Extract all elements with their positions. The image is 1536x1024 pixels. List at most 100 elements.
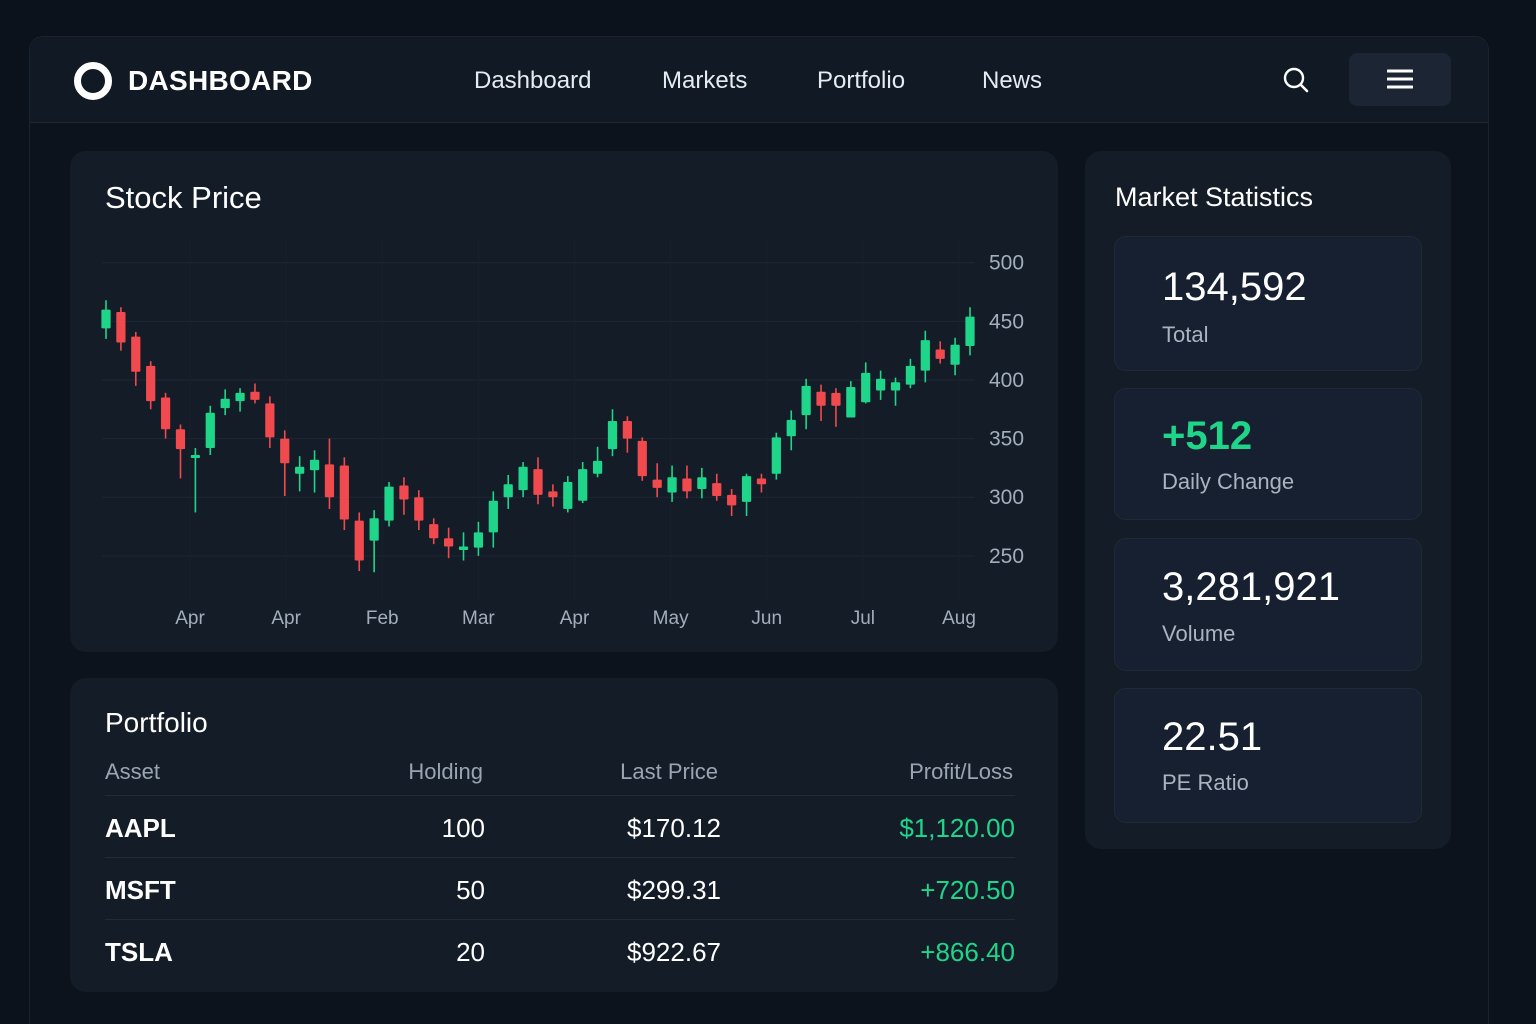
candle-body: [190, 455, 200, 458]
candle-body: [339, 465, 349, 520]
candle-body: [667, 477, 677, 493]
y-tick-label: 500: [989, 252, 1024, 275]
candle-body: [756, 478, 767, 485]
brand-title[interactable]: DASHBOARD: [128, 65, 313, 97]
candle-body: [592, 460, 603, 474]
hamburger-menu-icon: [1387, 69, 1413, 89]
profit-loss-cell: +866.40: [920, 937, 1015, 967]
candle-body: [697, 477, 707, 489]
holding-cell: 50: [456, 875, 485, 905]
candle-body: [622, 421, 632, 439]
x-tick-label: Apr: [175, 608, 205, 629]
stat-volume: 3,281,921 Volume: [1114, 538, 1422, 671]
candle-body: [816, 391, 826, 406]
candle-body: [205, 412, 215, 448]
ring-logo-icon[interactable]: [74, 62, 112, 100]
y-tick-label: 250: [989, 545, 1024, 568]
candle-body: [324, 464, 335, 498]
x-tick-label: Apr: [560, 608, 590, 629]
last-price-cell: $170.12: [627, 813, 721, 843]
candle-body: [741, 476, 752, 502]
candlestick-chart: 250 300 350 400 450 500 Apr Apr Feb Mar Apr May Jun J…: [101, 241, 1024, 629]
candle-body: [473, 532, 484, 548]
candle-body: [503, 484, 513, 498]
profit-loss-cell: +720.50: [920, 875, 1015, 905]
candle-body: [920, 340, 930, 371]
candle-body: [354, 520, 364, 561]
nav-news[interactable]: News: [982, 67, 1042, 95]
candle-body: [444, 538, 454, 547]
portfolio-card: Portfolio Asset Holding Last Price Profi…: [70, 678, 1058, 992]
candle-body: [861, 372, 871, 403]
table-row[interactable]: AAPL 100 $170.12 $1,120.00: [105, 795, 1015, 857]
stats-title: Market Statistics: [1115, 182, 1314, 212]
stock-price-card: Stock Price 250 300 350 400 450 500 Apr Apr Feb M…: [70, 151, 1058, 652]
table-row[interactable]: TSLA 20 $922.67 +866.40: [105, 919, 1015, 981]
candle-body: [682, 478, 692, 492]
candle-body: [295, 466, 305, 474]
candle-body: [175, 429, 186, 450]
candle-body: [607, 421, 618, 450]
y-tick-label: 400: [989, 369, 1024, 392]
last-price-cell: $299.31: [627, 875, 721, 905]
candle-body: [458, 546, 469, 550]
candle-body: [935, 349, 945, 359]
candle-body: [265, 403, 275, 438]
x-tick-label: Jun: [751, 608, 782, 629]
x-tick-label: Aug: [942, 608, 976, 629]
candle-body: [280, 438, 290, 464]
candle-body: [905, 365, 916, 385]
candle-body: [563, 481, 573, 509]
x-tick-label: Feb: [366, 608, 399, 629]
candle-body: [831, 392, 841, 406]
column-header-profit-loss[interactable]: Profit/Loss: [909, 759, 1013, 785]
candle-body: [578, 469, 588, 501]
stat-pe-ratio: 22.51 PE Ratio: [1114, 688, 1422, 823]
search-icon[interactable]: [1282, 66, 1310, 94]
candle-body: [399, 485, 409, 500]
table-row[interactable]: MSFT 50 $299.31 +720.50: [105, 857, 1015, 919]
y-tick-label: 300: [989, 486, 1024, 509]
stat-label: PE Ratio: [1162, 770, 1249, 795]
candle-body: [876, 378, 886, 391]
candle-body: [652, 479, 662, 488]
stat-value: 3,281,921: [1162, 565, 1340, 609]
market-statistics-card: Market Statistics 134,592 Total +512 Dai…: [1085, 151, 1451, 849]
candle-body: [116, 311, 126, 343]
holding-cell: 100: [441, 813, 485, 843]
candle-body: [220, 398, 230, 409]
candle-body: [429, 524, 439, 539]
candle-body: [235, 392, 245, 402]
stat-value: 134,592: [1162, 265, 1307, 309]
column-header-holding[interactable]: Holding: [408, 759, 483, 785]
candle-body: [727, 494, 737, 506]
x-tick-label: Mar: [462, 608, 495, 629]
stat-label: Total: [1162, 322, 1209, 347]
stat-label: Daily Change: [1162, 469, 1295, 494]
column-header-last-price[interactable]: Last Price: [620, 759, 718, 785]
candle-body: [131, 336, 141, 372]
candle-body: [637, 440, 647, 477]
candle-body: [771, 437, 781, 474]
menu-button[interactable]: [1349, 53, 1451, 106]
candle-body: [950, 344, 960, 365]
candle-body: [533, 469, 543, 495]
portfolio-title: Portfolio: [105, 707, 208, 738]
stat-daily-change: +512 Daily Change: [1114, 388, 1422, 520]
nav-portfolio[interactable]: Portfolio: [817, 67, 905, 95]
stat-total: 134,592 Total: [1114, 236, 1422, 371]
candle-body: [250, 391, 260, 400]
column-header-asset[interactable]: Asset: [105, 759, 160, 785]
candle-body: [160, 397, 171, 430]
app-window: DASHBOARD Dashboard Markets Portfolio Ne…: [29, 36, 1489, 1024]
stat-value: +512: [1162, 414, 1253, 458]
x-tick-label: May: [653, 608, 689, 629]
stat-value: 22.51: [1162, 715, 1263, 759]
top-navbar: DASHBOARD Dashboard Markets Portfolio Ne…: [30, 37, 1488, 123]
y-tick-label: 450: [989, 310, 1024, 333]
nav-markets[interactable]: Markets: [662, 67, 747, 95]
candle-body: [548, 491, 558, 498]
last-price-cell: $922.67: [627, 937, 721, 967]
nav-dashboard[interactable]: Dashboard: [474, 67, 591, 95]
candle-body: [786, 419, 796, 437]
